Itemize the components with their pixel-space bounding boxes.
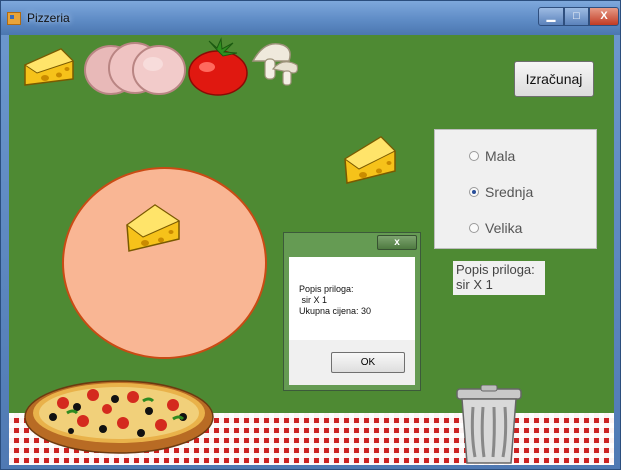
size-option-label: Mala xyxy=(485,148,516,164)
window-title: Pizzeria xyxy=(27,11,70,25)
dialog-body: Popis priloga: sir X 1 Ukupna cijena: 30 xyxy=(289,257,415,340)
pizza-base[interactable] xyxy=(62,167,267,359)
dialog-close-button[interactable]: x xyxy=(377,235,417,250)
cheese-icon[interactable] xyxy=(125,203,181,258)
summary-title: Popis priloga: xyxy=(456,262,535,277)
dialog-message: Popis priloga: sir X 1 Ukupna cijena: 30 xyxy=(299,284,372,316)
maximize-button[interactable]: □ xyxy=(564,7,589,26)
tomato-icon[interactable] xyxy=(187,37,249,102)
dialog-footer: OK xyxy=(289,340,415,385)
calculate-button[interactable]: Izračunaj xyxy=(514,61,594,97)
cheese-icon[interactable] xyxy=(23,45,75,92)
radio-button-icon[interactable] xyxy=(469,223,479,233)
pizza-image xyxy=(23,373,215,460)
toppings-summary: Popis priloga: sir X 1 xyxy=(453,261,545,295)
size-option-label: Velika xyxy=(485,220,523,236)
close-button[interactable]: X xyxy=(589,7,619,26)
minimize-button[interactable]: ▁ xyxy=(538,7,564,26)
app-icon[interactable] xyxy=(7,12,21,25)
title-bar[interactable]: Pizzeria ▁ □ X xyxy=(1,1,620,35)
cheese-icon[interactable] xyxy=(343,133,397,190)
radio-button-icon[interactable] xyxy=(469,151,479,161)
mushroom-icon[interactable] xyxy=(249,39,301,94)
ham-icon[interactable] xyxy=(83,38,187,101)
message-dialog: x Popis priloga: sir X 1 Ukupna cijena: … xyxy=(283,232,421,391)
trash-can-icon[interactable] xyxy=(455,384,523,465)
size-options-panel: Mala Srednja Velika xyxy=(434,129,597,249)
radio-button-selected-icon[interactable] xyxy=(469,187,479,197)
app-window: Pizzeria ▁ □ X Izračunaj Mala Srednja Ve… xyxy=(0,0,621,470)
size-option-label: Srednja xyxy=(485,184,534,200)
pizza-canvas[interactable]: Izračunaj Mala Srednja Velika Popis pril… xyxy=(9,35,614,465)
ok-button[interactable]: OK xyxy=(331,352,405,373)
summary-item: sir X 1 xyxy=(456,277,493,292)
